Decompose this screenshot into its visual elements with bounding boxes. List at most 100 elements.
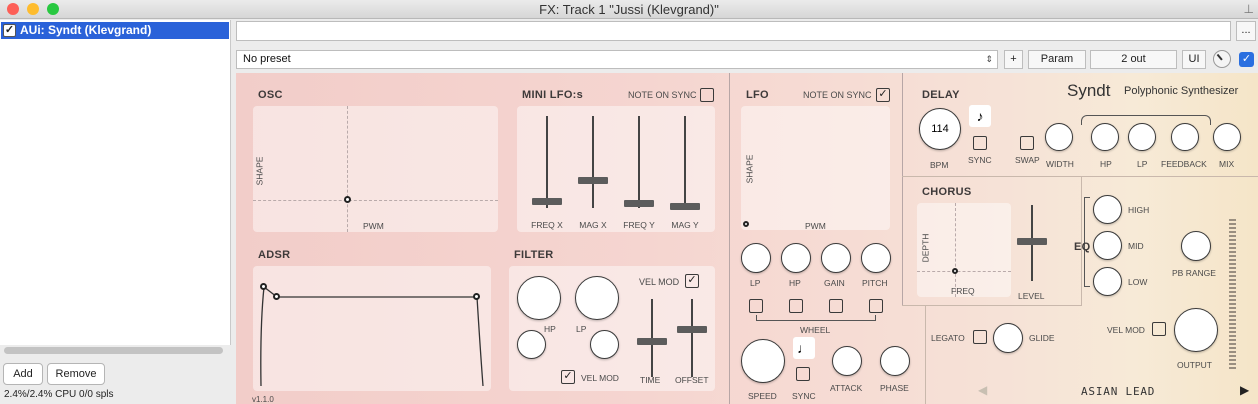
vel-mod-label: VEL MOD: [1107, 325, 1145, 335]
glide-knob[interactable]: [993, 323, 1023, 353]
delay-width-knob[interactable]: [1045, 123, 1073, 151]
filter-hp-mod-knob[interactable]: [517, 330, 546, 359]
lfo-hp-label: HP: [789, 278, 801, 288]
lfo-title: LFO: [746, 89, 769, 101]
delay-mix-label: MIX: [1219, 159, 1235, 169]
wet-knob[interactable]: [1213, 50, 1231, 68]
eq-low-knob[interactable]: [1093, 267, 1122, 296]
lfo-gain-wheel-checkbox[interactable]: [829, 299, 843, 313]
delay-lp-knob[interactable]: [1128, 123, 1156, 151]
pin-icon[interactable]: ⊥: [1244, 2, 1254, 16]
wheel-bracket: [756, 315, 876, 321]
pb-range-label: PB RANGE: [1172, 268, 1216, 278]
filter-time-slider[interactable]: [637, 338, 667, 345]
filter-hp-knob[interactable]: [517, 276, 561, 320]
chorus-xy-pad[interactable]: FREQ DEPTH: [917, 203, 1011, 297]
lfo-note-icon[interactable]: ♩: [793, 337, 815, 359]
divider: [902, 305, 1082, 306]
preset-name: ASIAN LEAD: [1081, 385, 1156, 398]
lfo-sync-checkbox[interactable]: [796, 367, 810, 381]
pb-range-knob[interactable]: [1181, 231, 1211, 261]
filter-lp-mod-knob[interactable]: [590, 330, 619, 359]
adsr-title: ADSR: [258, 249, 291, 261]
lfo-gain-knob[interactable]: [821, 243, 851, 273]
filter-vel-mod-checkbox[interactable]: ✓: [685, 274, 699, 288]
filter-offset-slider[interactable]: [677, 326, 707, 333]
delay-swap-checkbox[interactable]: [1020, 136, 1034, 150]
chorus-level-slider[interactable]: [1017, 238, 1047, 245]
previous-preset-icon[interactable]: ◀: [978, 383, 987, 397]
delay-hp-knob[interactable]: [1091, 123, 1119, 151]
cpu-status: 2.4%/2.4% CPU 0/0 spls: [4, 389, 114, 400]
bypass-checkbox[interactable]: ✓: [1239, 52, 1254, 67]
lfo-note-sync-checkbox[interactable]: ✓: [876, 88, 890, 102]
chorus-title: CHORUS: [922, 186, 972, 198]
param-button[interactable]: Param: [1028, 50, 1086, 69]
legato-checkbox[interactable]: [973, 330, 987, 344]
osc-x-label: PWM: [363, 221, 384, 231]
output-meter: [1229, 219, 1236, 371]
lfo-pad-handle[interactable]: [743, 221, 749, 227]
lfo-phase-label: PHASE: [880, 383, 909, 393]
mag-y-label: MAG Y: [671, 220, 699, 230]
freq-x-slider[interactable]: [532, 198, 562, 205]
lfo-x-label: PWM: [805, 221, 826, 231]
more-button[interactable]: ...: [1236, 21, 1256, 41]
filter-vel-mod-bottom-checkbox[interactable]: ✓: [561, 370, 575, 384]
delay-bpm-knob[interactable]: 114: [919, 108, 961, 150]
next-preset-icon[interactable]: ▶: [1240, 383, 1249, 397]
mini-lfo-note-sync-checkbox[interactable]: [700, 88, 714, 102]
remove-fx-button[interactable]: Remove: [47, 363, 105, 385]
attack-handle[interactable]: [260, 283, 267, 290]
lfo-lp-label: LP: [750, 278, 761, 288]
lfo-lp-knob[interactable]: [741, 243, 771, 273]
title-bar: FX: Track 1 "Jussi (Klevgrand)" ⊥: [0, 0, 1258, 19]
adsr-envelope[interactable]: [253, 266, 491, 391]
lfo-xy-pad[interactable]: PWM SHAPE: [741, 106, 890, 231]
freq-y-slider[interactable]: [624, 200, 654, 207]
delay-note-icon[interactable]: ♪: [969, 105, 991, 127]
output-knob[interactable]: [1174, 308, 1218, 352]
lfo-pitch-wheel-checkbox[interactable]: [869, 299, 883, 313]
add-preset-button[interactable]: +: [1004, 50, 1023, 69]
release-handle[interactable]: [473, 293, 480, 300]
lfo-speed-knob[interactable]: [741, 339, 785, 383]
eq-title: EQ: [1074, 241, 1091, 253]
ui-button[interactable]: UI: [1182, 50, 1206, 69]
eq-mid-knob[interactable]: [1093, 231, 1122, 260]
add-fx-button[interactable]: Add: [3, 363, 43, 385]
mag-y-slider[interactable]: [670, 203, 700, 210]
filter-lp-knob[interactable]: [575, 276, 619, 320]
divider: [902, 176, 1258, 177]
vel-mod-checkbox[interactable]: [1152, 322, 1166, 336]
osc-pad-handle[interactable]: [344, 196, 351, 203]
fx-enable-checkbox[interactable]: ✓: [3, 24, 16, 37]
delay-sync-checkbox[interactable]: [973, 136, 987, 150]
lfo-pitch-knob[interactable]: [861, 243, 891, 273]
output-label: OUTPUT: [1177, 360, 1212, 370]
divider: [729, 73, 730, 404]
decay-handle[interactable]: [273, 293, 280, 300]
io-button[interactable]: 2 out: [1090, 50, 1177, 69]
mag-x-slider[interactable]: [578, 177, 608, 184]
lfo-lp-wheel-checkbox[interactable]: [749, 299, 763, 313]
delay-title: DELAY: [922, 89, 960, 101]
preset-select[interactable]: No preset ⇕: [236, 50, 998, 69]
chorus-pad-handle[interactable]: [952, 268, 958, 274]
delay-mix-knob[interactable]: [1213, 123, 1241, 151]
adsr-curve: [260, 285, 484, 387]
lfo-phase-knob[interactable]: [880, 346, 910, 376]
delay-width-label: WIDTH: [1046, 159, 1074, 169]
lfo-attack-knob[interactable]: [832, 346, 862, 376]
delay-feedback-knob[interactable]: [1171, 123, 1199, 151]
filter-vel-mod-bottom-label: VEL MOD: [581, 373, 619, 383]
eq-high-knob[interactable]: [1093, 195, 1122, 224]
horizontal-scrollbar[interactable]: [4, 347, 223, 354]
fx-chain-list[interactable]: [0, 20, 231, 345]
eq-high-label: HIGH: [1128, 205, 1150, 215]
fx-list-item[interactable]: ✓ AUi: Syndt (Klevgrand): [1, 22, 229, 39]
fx-info-field[interactable]: [236, 21, 1231, 41]
lfo-hp-knob[interactable]: [781, 243, 811, 273]
lfo-hp-wheel-checkbox[interactable]: [789, 299, 803, 313]
osc-xy-pad[interactable]: PWM SHAPE: [253, 106, 498, 232]
